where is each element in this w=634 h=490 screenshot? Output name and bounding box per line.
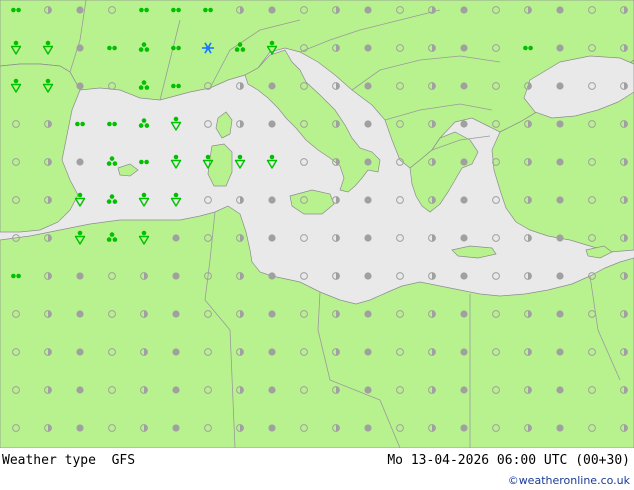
overcast-icon (268, 82, 276, 90)
overcast-icon (460, 234, 468, 242)
overcast-icon (268, 310, 276, 318)
overcast-icon (172, 386, 180, 394)
overcast-icon (76, 158, 84, 166)
overcast-icon (460, 82, 468, 90)
overcast-icon (364, 310, 372, 318)
overcast-icon (268, 424, 276, 432)
overcast-icon (76, 348, 84, 356)
overcast-icon (364, 234, 372, 242)
overcast-icon (364, 44, 372, 52)
land-sardinia (207, 143, 233, 187)
overcast-icon (364, 386, 372, 394)
overcast-icon (556, 196, 564, 204)
overcast-icon (76, 386, 84, 394)
title-text: Weather type (2, 453, 96, 468)
weather-map (0, 0, 634, 448)
overcast-icon (364, 348, 372, 356)
overcast-icon (76, 310, 84, 318)
overcast-icon (556, 6, 564, 14)
overcast-icon (460, 44, 468, 52)
overcast-icon (556, 158, 564, 166)
overcast-icon (268, 6, 276, 14)
overcast-icon (460, 6, 468, 14)
overcast-icon (76, 272, 84, 280)
overcast-icon (364, 272, 372, 280)
overcast-icon (556, 424, 564, 432)
overcast-icon (556, 120, 564, 128)
overcast-icon (460, 272, 468, 280)
overcast-icon (364, 82, 372, 90)
overcast-icon (172, 310, 180, 318)
overcast-icon (460, 386, 468, 394)
overcast-icon (172, 272, 180, 280)
overcast-icon (364, 424, 372, 432)
overcast-icon (268, 196, 276, 204)
overcast-icon (460, 120, 468, 128)
overcast-icon (556, 44, 564, 52)
map-canvas (0, 0, 634, 448)
map-title: Weather type GFS (2, 453, 135, 468)
overcast-icon (556, 310, 564, 318)
overcast-icon (364, 120, 372, 128)
overcast-icon (76, 44, 84, 52)
overcast-icon (556, 82, 564, 90)
overcast-icon (364, 196, 372, 204)
overcast-icon (460, 158, 468, 166)
overcast-icon (172, 234, 180, 242)
overcast-icon (460, 348, 468, 356)
overcast-icon (268, 348, 276, 356)
overcast-icon (460, 196, 468, 204)
overcast-icon (76, 424, 84, 432)
overcast-icon (268, 386, 276, 394)
overcast-icon (556, 348, 564, 356)
overcast-icon (364, 158, 372, 166)
overcast-icon (556, 234, 564, 242)
credit-link[interactable]: ©weatheronline.co.uk (508, 474, 630, 487)
forecast-datetime: Mo 13-04-2026 06:00 UTC (00+30) (387, 453, 630, 468)
map-footer: Weather type GFS Mo 13-04-2026 06:00 UTC… (0, 448, 634, 490)
overcast-icon (172, 424, 180, 432)
overcast-icon (76, 6, 84, 14)
overcast-icon (268, 272, 276, 280)
overcast-icon (76, 82, 84, 90)
overcast-icon (460, 424, 468, 432)
overcast-icon (556, 272, 564, 280)
overcast-icon (268, 120, 276, 128)
overcast-icon (460, 310, 468, 318)
overcast-icon (556, 386, 564, 394)
model-name: GFS (111, 453, 136, 468)
overcast-icon (364, 6, 372, 14)
overcast-icon (268, 234, 276, 242)
overcast-icon (172, 348, 180, 356)
